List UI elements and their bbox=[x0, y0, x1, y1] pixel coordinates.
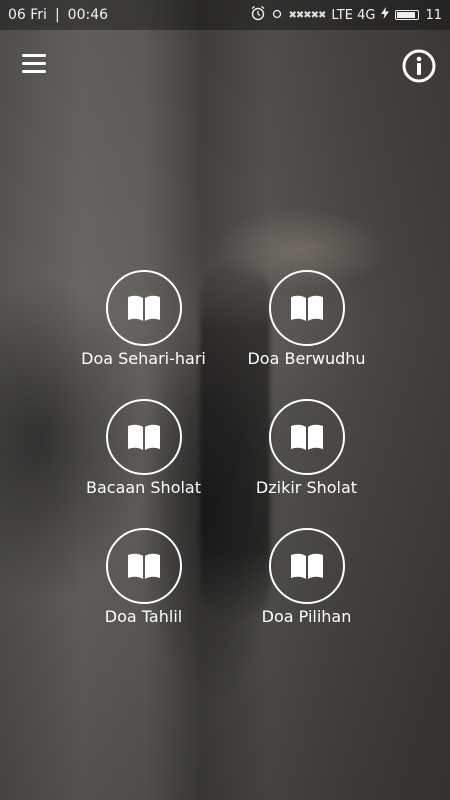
open-book-icon bbox=[128, 424, 160, 450]
status-time: 00:46 bbox=[67, 7, 109, 23]
menu-item-label: Bacaan Sholat bbox=[85, 478, 202, 497]
network-label: LTE 4G bbox=[331, 7, 376, 23]
menu-item-doa-tahlil[interactable]: Doa Tahlil bbox=[62, 528, 225, 648]
battery-icon bbox=[395, 10, 420, 20]
menu-item-label: Doa Berwudhu bbox=[247, 349, 366, 368]
circle-icon bbox=[272, 8, 282, 23]
menu-item-circle bbox=[106, 399, 182, 475]
hamburger-menu-icon[interactable] bbox=[22, 54, 48, 76]
status-left: 06 Fri | 00:46 bbox=[8, 7, 108, 23]
open-book-icon bbox=[128, 553, 160, 579]
menu-item-doa-sehari-hari[interactable]: Doa Sehari-hari bbox=[62, 270, 225, 390]
status-separator: | bbox=[54, 7, 60, 23]
menu-item-doa-pilihan[interactable]: Doa Pilihan bbox=[225, 528, 388, 648]
menu-line bbox=[22, 62, 46, 65]
menu-item-circle bbox=[106, 528, 182, 604]
charging-icon bbox=[381, 7, 390, 23]
menu-line bbox=[22, 70, 46, 73]
status-bar: 06 Fri | 00:46 ✖✖✖✖✖ LTE 4G 11 bbox=[0, 0, 450, 30]
open-book-icon bbox=[291, 553, 323, 579]
menu-line bbox=[22, 54, 46, 57]
open-book-icon bbox=[128, 295, 160, 321]
menu-item-label: Doa Pilihan bbox=[261, 607, 352, 626]
menu-item-circle bbox=[269, 270, 345, 346]
menu-item-dzikir-sholat[interactable]: Dzikir Sholat bbox=[225, 399, 388, 519]
battery-level: 11 bbox=[425, 7, 442, 23]
open-book-icon bbox=[291, 424, 323, 450]
menu-item-circle bbox=[269, 528, 345, 604]
info-circle-icon[interactable] bbox=[402, 49, 436, 83]
menu-item-label: Dzikir Sholat bbox=[255, 478, 358, 497]
open-book-icon bbox=[291, 295, 323, 321]
menu-item-doa-berwudhu[interactable]: Doa Berwudhu bbox=[225, 270, 388, 390]
status-date: 06 Fri bbox=[8, 7, 47, 23]
menu-item-bacaan-sholat[interactable]: Bacaan Sholat bbox=[62, 399, 225, 519]
menu-item-circle bbox=[106, 270, 182, 346]
menu-item-label: Doa Tahlil bbox=[104, 607, 183, 626]
menu-item-circle bbox=[269, 399, 345, 475]
alarm-icon bbox=[250, 5, 266, 25]
status-right: ✖✖✖✖✖ LTE 4G 11 bbox=[250, 5, 442, 25]
signal-icon: ✖✖✖✖✖ bbox=[288, 9, 326, 21]
menu-item-label: Doa Sehari-hari bbox=[81, 349, 206, 368]
